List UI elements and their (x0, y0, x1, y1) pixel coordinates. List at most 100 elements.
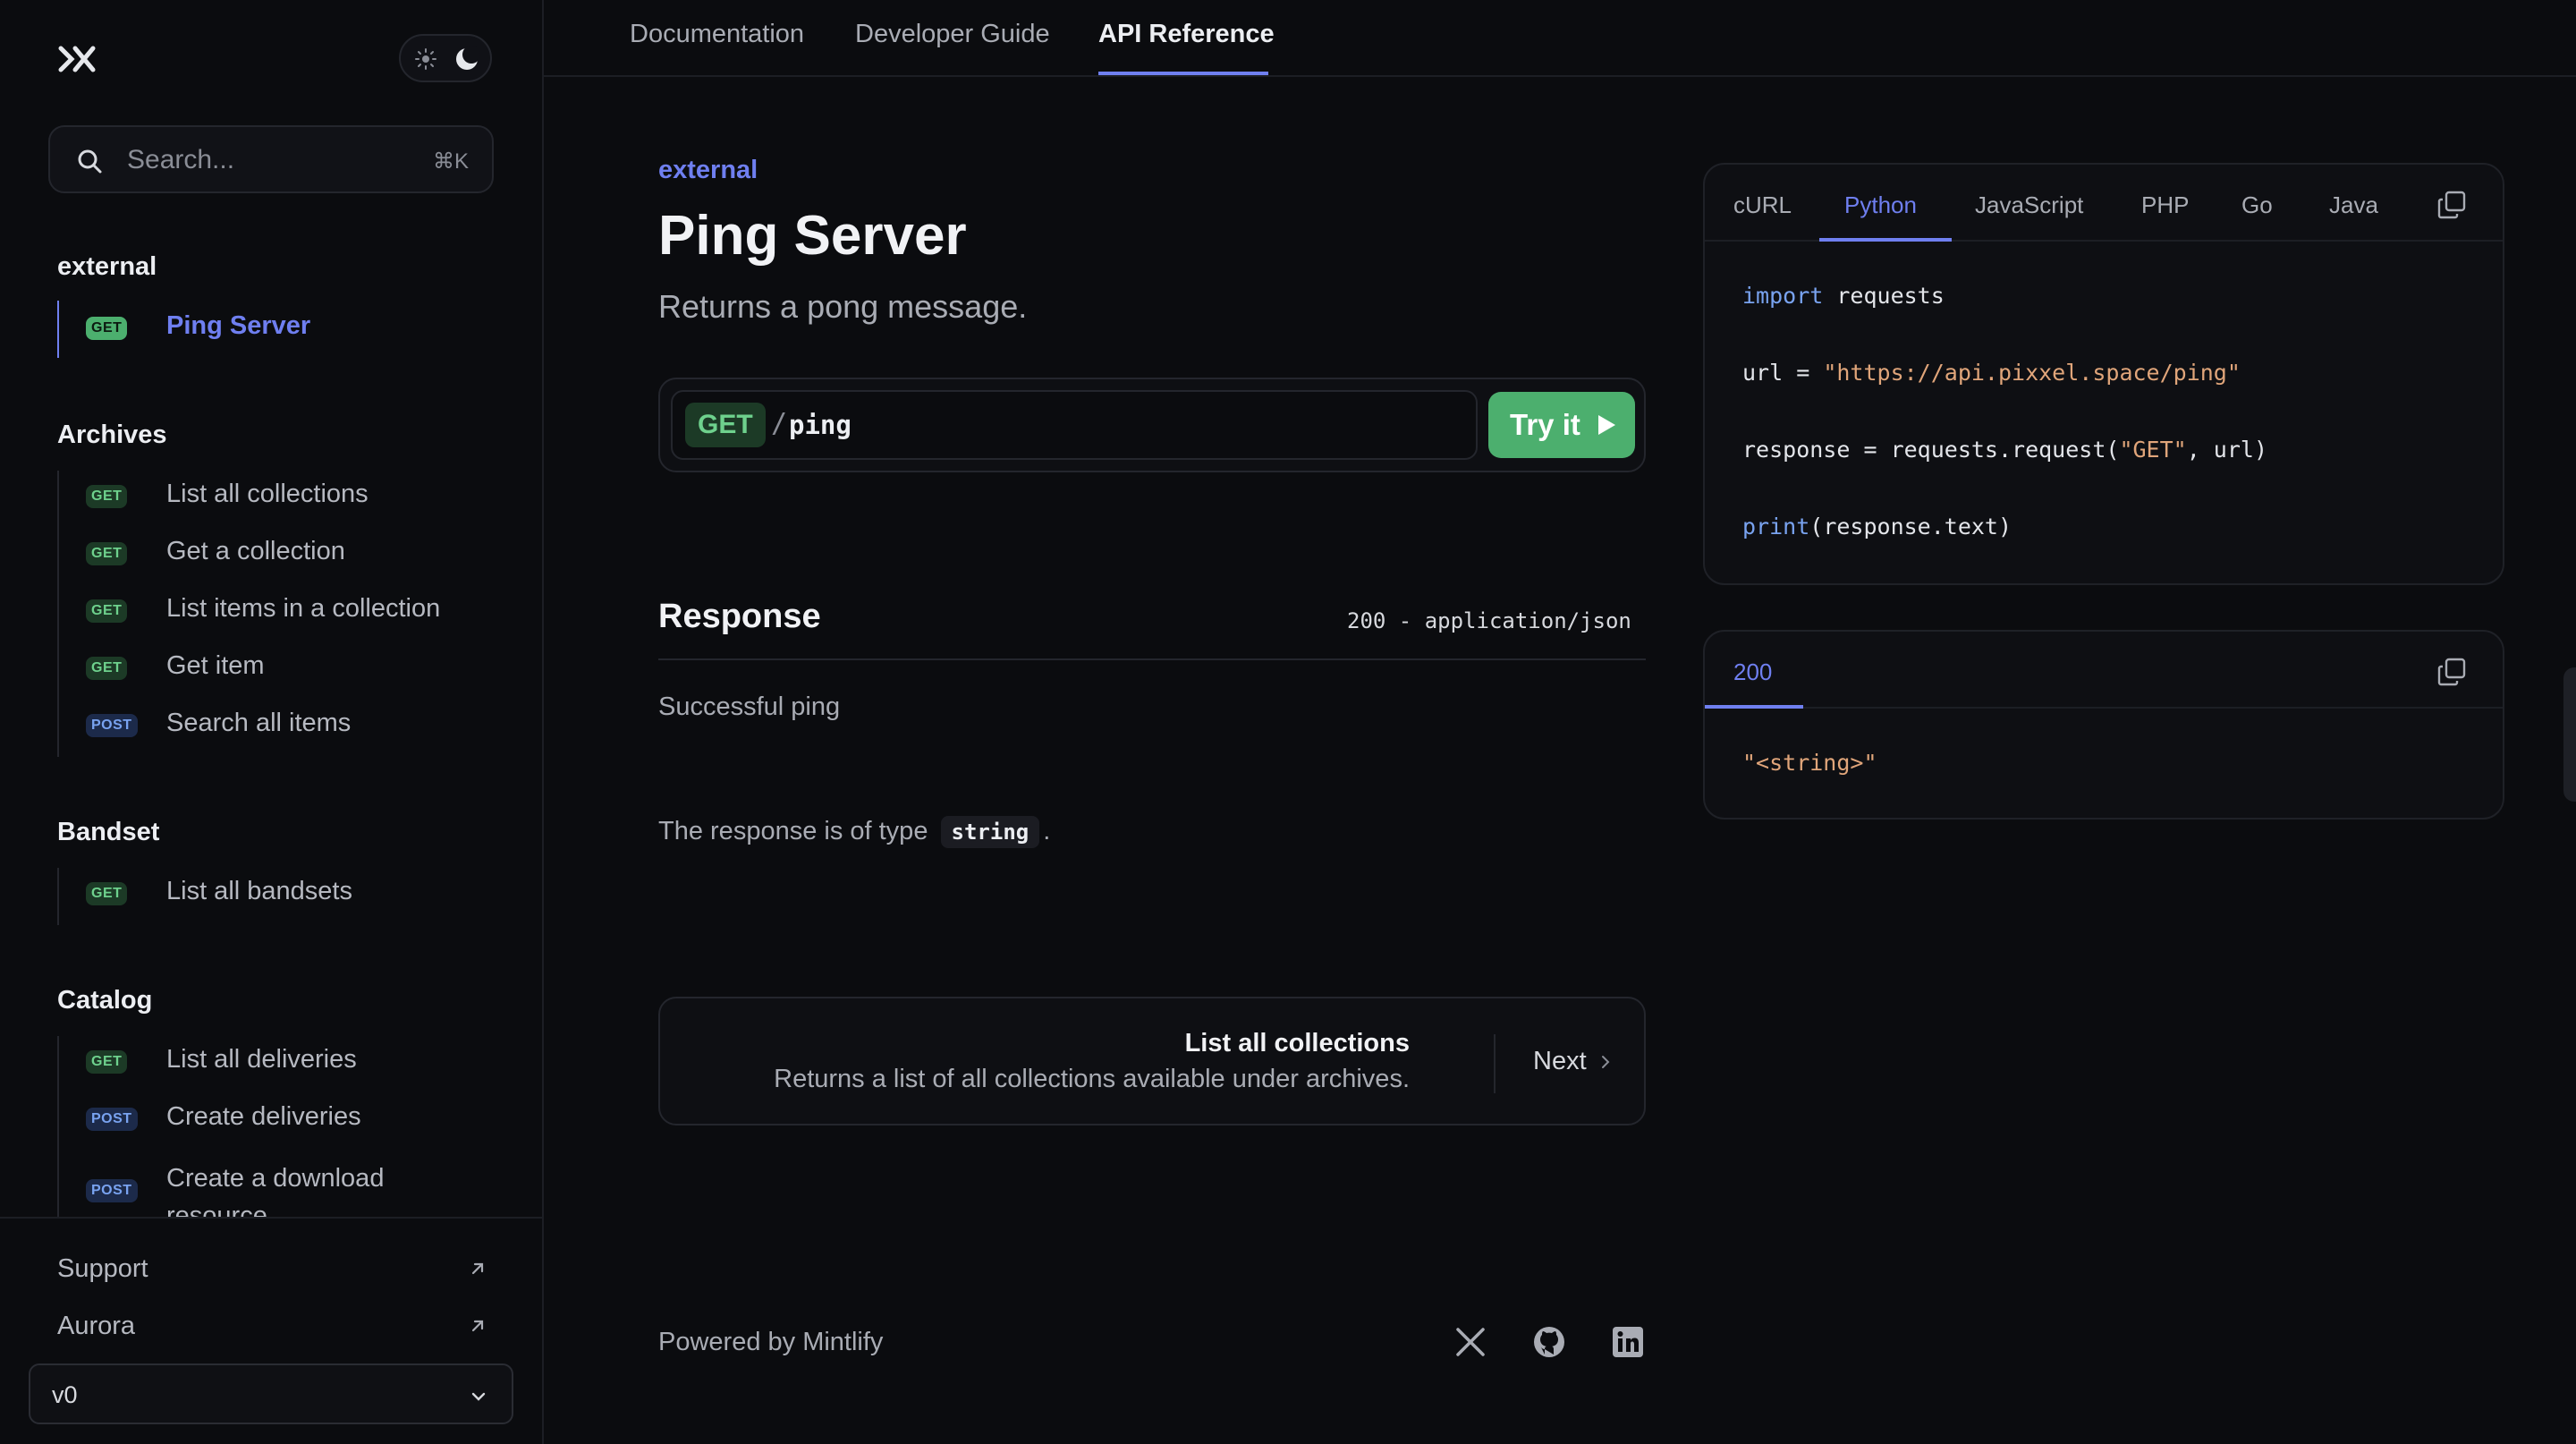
sidebar-item-list-items-in-a-collection[interactable]: GET List items in a collection (57, 583, 522, 637)
moon-icon (456, 46, 480, 70)
path-slash: / (771, 408, 788, 439)
tab-200[interactable]: 200 (1733, 658, 1772, 686)
tab-developer-guide[interactable]: Developer Guide (855, 20, 1050, 49)
powered-by[interactable]: Powered by Mintlify (658, 1328, 883, 1357)
sidebar-item-label: List all bandsets (166, 877, 352, 905)
next-page-description: Returns a list of all collections availa… (774, 1065, 1410, 1093)
try-it-label: Try it (1510, 408, 1580, 441)
tab-api-reference[interactable]: API Reference (1098, 20, 1275, 49)
version-value: v0 (52, 1381, 78, 1408)
response-type-prefix: The response is of type (658, 817, 928, 845)
method-badge: GET (685, 403, 766, 447)
sidebar-item-list-all-bandsets[interactable]: GET List all bandsets (57, 866, 522, 920)
sidebar-footer: Support Aurora v0 (0, 1217, 542, 1444)
copy-icon[interactable] (2436, 190, 2467, 220)
sidebar-item-label: List all collections (166, 480, 369, 508)
tab-documentation[interactable]: Documentation (630, 20, 804, 49)
sidebar-item-label: Create a download resource (166, 1164, 385, 1217)
endpoint-path: ping (789, 410, 852, 440)
tab-curl[interactable]: cURL (1733, 191, 1792, 219)
code-line: import requests (1742, 283, 1945, 309)
mintlify-logo-icon[interactable] (57, 41, 97, 77)
page-eyebrow: external (658, 156, 758, 184)
sidebar-item-get-item[interactable]: GET Get item (57, 641, 522, 694)
response-type-text: The response is of type string. (658, 816, 1050, 848)
try-it-button[interactable]: Try it (1488, 392, 1635, 458)
page-description: Returns a pong message. (658, 288, 1028, 325)
method-badge: POST (86, 1179, 138, 1202)
x-twitter-icon[interactable] (1453, 1324, 1488, 1360)
code-line: print(response.text) (1742, 514, 2012, 539)
method-badge: GET (86, 485, 128, 508)
next-page-title: List all collections (1184, 1029, 1410, 1058)
active-tab-underline (1705, 705, 1803, 709)
method-badge: GET (86, 882, 128, 905)
page-title: Ping Server (658, 205, 967, 267)
method-badge: GET (86, 1050, 128, 1074)
sidebar-item-label: Create deliveries (166, 1102, 361, 1131)
active-indicator (57, 301, 59, 358)
tab-java[interactable]: Java (2329, 191, 2378, 219)
sidebar-item-label: Ping Server (166, 311, 311, 340)
tab-go[interactable]: Go (2241, 191, 2273, 219)
external-link-icon (471, 1320, 484, 1332)
method-badge: GET (86, 657, 128, 680)
endpoint-url[interactable]: GET / ping (671, 390, 1478, 460)
nav-group-title: Archives (57, 420, 167, 449)
sidebar-item-create-deliveries[interactable]: POST Create deliveries (57, 1091, 522, 1145)
response-type-code: string (940, 816, 1040, 848)
response-heading: Response (658, 598, 821, 635)
response-type-suffix: . (1043, 817, 1051, 845)
sidebar-item-ping-server[interactable]: GET Ping Server (57, 301, 522, 358)
sidebar-item-label: Get a collection (166, 537, 345, 565)
sidebar-item-label: List all deliveries (166, 1045, 357, 1074)
search-icon (78, 149, 102, 174)
version-select[interactable]: v0 (29, 1363, 513, 1424)
tab-javascript[interactable]: JavaScript (1975, 191, 2083, 219)
sidebar-item-get-a-collection[interactable]: GET Get a collection (57, 526, 522, 580)
top-navigation: Documentation Developer Guide API Refere… (544, 0, 2576, 77)
response-example-panel: 200 "<string>" (1703, 630, 2504, 820)
sidebar-item-create-a-download-resource[interactable]: POST Create a download resource (57, 1149, 522, 1217)
sun-icon (415, 48, 436, 70)
play-icon (1598, 415, 1615, 435)
method-badge: POST (86, 714, 138, 737)
sidebar-item-list-all-deliveries[interactable]: GET List all deliveries (57, 1034, 522, 1088)
support-link[interactable]: Support (57, 1254, 148, 1284)
scrollbar[interactable] (2563, 667, 2576, 802)
sidebar-item-label: Search all items (166, 709, 352, 737)
endpoint-bar: GET / ping Try it (658, 378, 1646, 472)
aurora-link[interactable]: Aurora (57, 1312, 135, 1341)
tab-python[interactable]: Python (1844, 191, 1917, 219)
code-string: "GET" (2119, 437, 2187, 463)
linkedin-icon[interactable] (1610, 1324, 1646, 1360)
theme-toggle[interactable] (399, 34, 492, 82)
sidebar-item-list-all-collections[interactable]: GET List all collections (57, 469, 522, 522)
method-badge: GET (86, 542, 128, 565)
nav-group-title: Bandset (57, 818, 160, 846)
divider (1494, 1034, 1496, 1093)
nav-group-title: external (57, 252, 157, 281)
nav-group-title: Catalog (57, 986, 153, 1015)
method-badge: POST (86, 1108, 138, 1131)
response-status: 200 - application/json (1347, 608, 1631, 633)
response-description: Successful ping (658, 692, 841, 721)
search-input[interactable]: Search... ⌘K (48, 125, 494, 193)
sidebar-nav: external GET Ping Server Archives GET Li… (0, 242, 542, 1217)
search-placeholder: Search... (127, 145, 235, 174)
next-page-card[interactable]: List all collections Returns a list of a… (658, 997, 1646, 1125)
code-sample-panel: cURL Python JavaScript PHP Go Java impor… (1703, 163, 2504, 585)
github-icon[interactable] (1531, 1324, 1567, 1360)
external-link-icon (471, 1262, 484, 1275)
sidebar-item-search-all-items[interactable]: POST Search all items (57, 698, 522, 752)
copy-icon[interactable] (2436, 657, 2467, 687)
sidebar-item-label: Get item (166, 651, 265, 680)
search-shortcut: ⌘K (432, 149, 469, 174)
tab-php[interactable]: PHP (2141, 191, 2189, 219)
response-tabs: 200 (1705, 632, 2503, 709)
response-body: "<string>" (1742, 750, 1877, 776)
method-badge: GET (86, 599, 128, 623)
chevron-down-icon (471, 1392, 486, 1401)
language-tabs: cURL Python JavaScript PHP Go Java (1705, 165, 2503, 242)
sidebar-item-label: List items in a collection (166, 594, 441, 623)
